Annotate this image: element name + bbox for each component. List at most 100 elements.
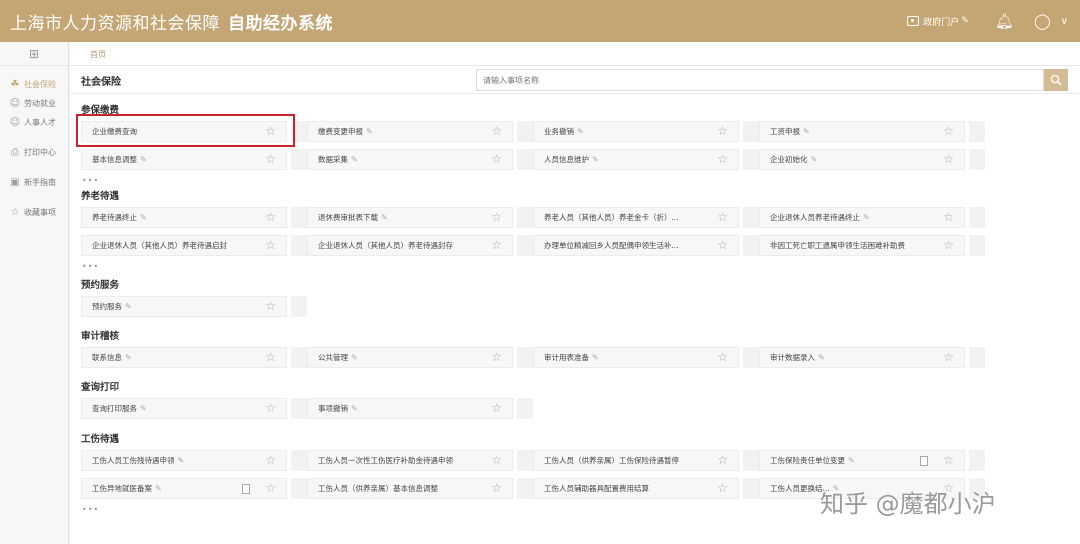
bell-icon[interactable]: 🔔︎: [995, 13, 1014, 29]
link-icon: ✎: [592, 155, 599, 164]
service-card[interactable]: 联系信息 ✎ ☆: [81, 347, 287, 368]
star-icon[interactable]: ☆: [265, 482, 276, 494]
sidebar-item-favorites[interactable]: ☆ 收藏事项: [0, 202, 68, 222]
service-card[interactable]: 办理单位精减回乡人员配偶申领生活补... ☆: [533, 235, 739, 256]
star-icon[interactable]: ☆: [491, 211, 502, 223]
link-icon: ✎: [810, 155, 818, 164]
service-card[interactable]: 工伤人员（供养亲属）工伤保险待遇暂停 ☆: [533, 450, 739, 471]
star-icon[interactable]: ☆: [491, 351, 502, 363]
section-title: 养老待遇: [81, 191, 120, 202]
user-icon: ☺: [9, 98, 21, 109]
star-icon[interactable]: ☆: [265, 239, 276, 251]
watermark: 知乎 @魔都小沪: [820, 490, 996, 518]
service-card[interactable]: 公共管理 ✎ ☆: [307, 347, 513, 368]
star-icon[interactable]: ☆: [717, 351, 728, 363]
section-title: 查询打印: [81, 382, 120, 393]
service-card[interactable]: 工伤人员（供养亲属）基本信息调整 ☆: [307, 478, 513, 499]
service-card[interactable]: 养老人员（其他人员）养老金卡（折）... ☆: [533, 207, 739, 228]
sidebar-item-guide[interactable]: ▣ 新手指南: [0, 172, 68, 192]
service-card[interactable]: 工伤人员一次性工伤医疗补助金待遇申领 ☆: [307, 450, 513, 471]
service-card[interactable]: 数据采集 ✎ ☆: [307, 149, 513, 170]
service-card[interactable]: 企业退休人员（其他人员）养老待遇封存 ☆: [307, 235, 513, 256]
search-button[interactable]: [1044, 69, 1068, 91]
star-icon[interactable]: ☆: [491, 454, 502, 466]
guide-icon: ▣: [10, 176, 20, 188]
star-icon: ☆: [10, 206, 20, 218]
service-card[interactable]: 企业退休人员（其他人员）养老待遇启封 ☆: [81, 235, 287, 256]
service-card-label: 工资申报: [770, 127, 800, 136]
star-icon[interactable]: ☆: [265, 211, 276, 223]
service-card[interactable]: 企业初始化 ✎ ☆: [759, 149, 965, 170]
star-icon[interactable]: ☆: [491, 153, 502, 165]
card-spacer: [743, 235, 759, 256]
more-ellipsis[interactable]: •••: [82, 262, 99, 271]
service-card[interactable]: 工伤人员工伤残待遇申领 ✎ ☆: [81, 450, 287, 471]
star-icon[interactable]: ☆: [265, 351, 276, 363]
service-card[interactable]: 非因工死亡职工遗属申领生活困难补助费 ☆: [759, 235, 965, 256]
service-card-label: 工伤人员（供养亲属）工伤保险待遇暂停: [544, 456, 679, 465]
chevron-down-icon[interactable]: ∨: [1061, 16, 1068, 27]
service-card[interactable]: 缴费变更申报 ✎ ☆: [307, 121, 513, 142]
service-card[interactable]: 工伤人员辅助器具配置费用结算 ☆: [533, 478, 739, 499]
service-card[interactable]: 养老待遇终止 ✎ ☆: [81, 207, 287, 228]
service-card[interactable]: 基本信息调整 ✎ ☆: [81, 149, 287, 170]
star-icon[interactable]: ☆: [943, 211, 954, 223]
link-icon: ✎: [351, 353, 358, 362]
star-icon[interactable]: ☆: [491, 125, 502, 137]
star-icon[interactable]: ☆: [943, 125, 954, 137]
service-card-label: 养老人员（其他人员）养老金卡（折）...: [544, 213, 679, 222]
service-card[interactable]: 业务撤销 ✎ ☆: [533, 121, 739, 142]
star-icon[interactable]: ☆: [491, 239, 502, 251]
star-icon[interactable]: ☆: [265, 300, 276, 312]
search-input[interactable]: [476, 69, 1044, 91]
service-card[interactable]: 事项撤销 ✎ ☆: [307, 398, 513, 419]
more-ellipsis[interactable]: •••: [82, 505, 99, 514]
link-icon: ✎: [125, 353, 132, 362]
sidebar-item-employment[interactable]: ☺ 劳动就业: [0, 94, 68, 113]
service-card[interactable]: 工资申报 ✎ ☆: [759, 121, 965, 142]
service-card-label: 工伤人员工伤残待遇申领: [92, 456, 175, 465]
document-icon[interactable]: [920, 456, 928, 466]
service-card-label: 公共管理: [318, 353, 348, 362]
star-icon[interactable]: ☆: [943, 239, 954, 251]
link-icon: ✎: [848, 456, 855, 465]
service-card[interactable]: 审计用表准备 ✎ ☆: [533, 347, 739, 368]
star-icon[interactable]: ☆: [717, 482, 728, 494]
star-icon[interactable]: ☆: [943, 153, 954, 165]
star-icon[interactable]: ☆: [265, 153, 276, 165]
star-icon[interactable]: ☆: [717, 211, 728, 223]
service-card[interactable]: 工伤异地就医备案 ✎ ☆: [81, 478, 287, 499]
sidebar-item-social-insurance[interactable]: ☘ 社会保险: [0, 74, 68, 94]
service-card[interactable]: 查询打印服务 ✎ ☆: [81, 398, 287, 419]
star-icon[interactable]: ☆: [943, 454, 954, 466]
star-icon[interactable]: ☆: [717, 239, 728, 251]
star-icon[interactable]: ☆: [491, 402, 502, 414]
document-icon[interactable]: [242, 484, 250, 494]
portal-link[interactable]: 政府门户 ✎: [907, 15, 969, 28]
service-card-label: 工伤人员辅助器具配置费用结算: [544, 484, 649, 493]
link-icon: ✎: [125, 302, 132, 311]
star-icon[interactable]: ☆: [943, 351, 954, 363]
service-card-label: 业务撤销: [544, 127, 574, 136]
sidebar-item-print-center[interactable]: ⎙ 打印中心: [0, 142, 68, 162]
sidebar-item-label: 劳动就业: [24, 99, 56, 108]
star-icon[interactable]: ☆: [491, 482, 502, 494]
service-card[interactable]: 人员信息维护 ✎ ☆: [533, 149, 739, 170]
star-icon[interactable]: ☆: [265, 402, 276, 414]
star-icon[interactable]: ☆: [265, 454, 276, 466]
star-icon[interactable]: ☆: [717, 153, 728, 165]
grid-icon[interactable]: ⊞: [0, 42, 68, 66]
service-card[interactable]: 企业退休人员养老待遇终止 ✎ ☆: [759, 207, 965, 228]
service-card[interactable]: 审计数据录入 ✎ ☆: [759, 347, 965, 368]
star-icon[interactable]: ☆: [717, 454, 728, 466]
card-spacer: [969, 207, 985, 228]
star-icon[interactable]: ☆: [717, 125, 728, 137]
service-card[interactable]: 预约服务 ✎ ☆: [81, 296, 287, 317]
link-icon: ✎: [140, 404, 147, 413]
sidebar-item-personnel[interactable]: ☺ 人事人才: [0, 113, 68, 132]
user-icon[interactable]: ◯: [1034, 13, 1051, 29]
service-card[interactable]: 工伤保险责任单位变更 ✎ ☆: [759, 450, 965, 471]
breadcrumb[interactable]: 首页: [90, 49, 106, 60]
service-card[interactable]: 退休费审批表下载 ✎ ☆: [307, 207, 513, 228]
more-ellipsis[interactable]: •••: [82, 176, 99, 185]
